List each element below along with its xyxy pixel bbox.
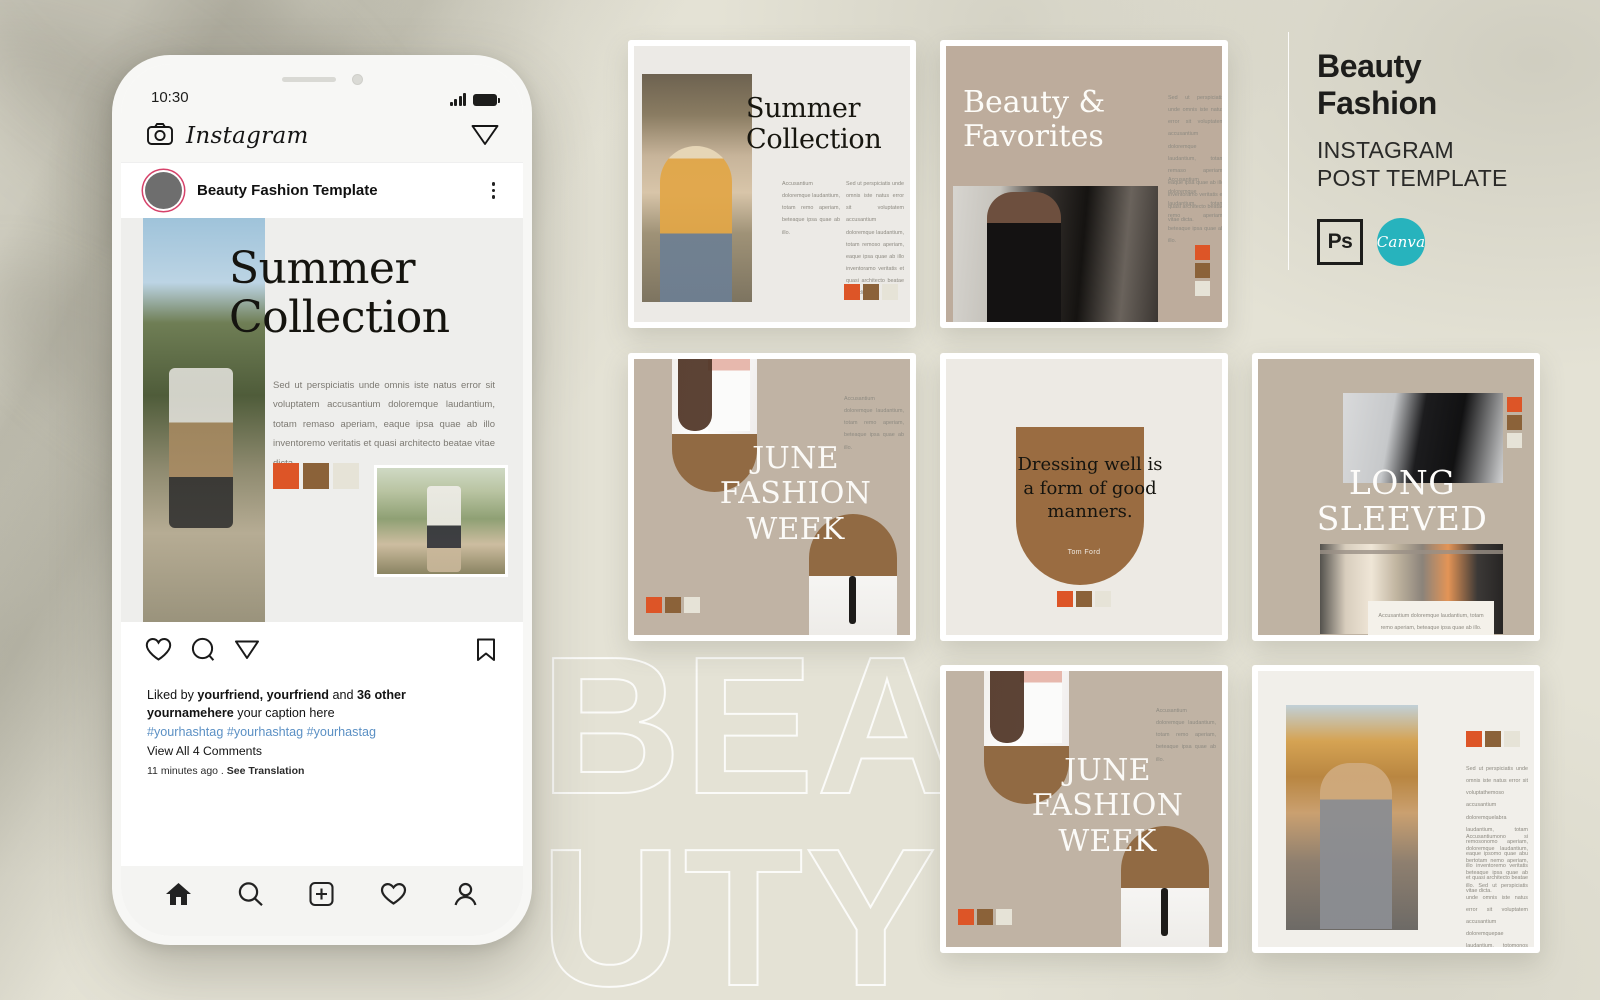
likes-mid: and xyxy=(328,688,357,702)
panel-divider xyxy=(1288,32,1289,270)
post-actions-left xyxy=(145,637,260,667)
card-long-sleeved[interactable]: LONG SLEEVED Accusantium doloremque laud… xyxy=(1252,353,1540,641)
card-body-bottom: Accusantium doloremque laudantium, totam… xyxy=(1168,177,1222,244)
card-body: Accusantium doloremque laudantium, totam… xyxy=(844,396,904,451)
caption-hashtags[interactable]: #yourhashtag #yourhashtag #yourhastag xyxy=(147,723,497,742)
page-subtitle: INSTAGRAM POST TEMPLATE xyxy=(1317,137,1508,192)
instagram-wordmark: Instagram xyxy=(186,123,309,149)
view-comments-link[interactable]: View All 4 Comments xyxy=(147,744,497,758)
card-photo-bottom xyxy=(1121,888,1209,947)
color-swatches xyxy=(1507,397,1522,448)
caption-likes: Liked by yourfriend, yourfriend and 36 o… xyxy=(147,686,497,704)
tab-search[interactable] xyxy=(237,881,264,912)
color-swatches xyxy=(1466,731,1520,747)
phone-mockup: 10:30 Instagram Beauty Fashion Template … xyxy=(112,55,532,945)
card-beauty-favorites[interactable]: Beauty & Favorites Sed ut perspiciatis u… xyxy=(940,40,1228,328)
caption-username[interactable]: yournamehere xyxy=(147,706,234,720)
card-quote-author: Tom Ford xyxy=(1067,549,1101,556)
card-title: Summer Collection xyxy=(746,93,882,155)
card-quote[interactable]: Dressing well is a form of good manners.… xyxy=(940,353,1228,641)
software-badges: Ps Canva xyxy=(1317,218,1577,267)
front-camera-icon xyxy=(351,73,363,85)
card-body-left: Accusantium doloremque laudantium, totam… xyxy=(782,181,840,236)
post-title: Summer Collection xyxy=(229,243,450,343)
color-swatches xyxy=(958,909,1012,925)
bookmark-icon[interactable] xyxy=(475,637,497,668)
see-translation-link[interactable]: See Translation xyxy=(227,765,305,777)
card-title: LONG SLEEVED xyxy=(1316,463,1488,538)
card-photo xyxy=(953,186,1158,322)
card-portrait-text[interactable]: Sed ut perspiciatis unde omnis iste natu… xyxy=(1252,665,1540,953)
instagram-header: Instagram xyxy=(121,110,523,162)
post-caption: Liked by yourfriend, yourfriend and 36 o… xyxy=(121,682,523,778)
tab-bar xyxy=(121,866,523,936)
more-options-icon[interactable] xyxy=(488,178,500,203)
caption-body: your caption here xyxy=(233,706,335,721)
card-photo xyxy=(1286,705,1418,930)
card-photo xyxy=(642,74,752,302)
comment-icon[interactable] xyxy=(190,637,216,667)
camera-icon[interactable] xyxy=(147,122,173,150)
caption-text: yournamehere your caption here xyxy=(147,704,497,722)
card-june-fashion-week-1[interactable]: JUNE FASHION WEEK Accusantium doloremque… xyxy=(628,353,916,641)
tab-home[interactable] xyxy=(165,881,192,912)
direct-message-icon[interactable] xyxy=(471,121,499,152)
post-image[interactable]: Summer Collection Sed ut perspiciatis un… xyxy=(121,218,523,622)
likes-names[interactable]: yourfriend, yourfriend xyxy=(197,688,329,702)
phone-screen: 10:30 Instagram Beauty Fashion Template … xyxy=(121,64,523,936)
battery-full-icon xyxy=(473,94,500,106)
instagram-header-left: Instagram xyxy=(147,122,309,150)
likes-count[interactable]: 36 other xyxy=(357,688,406,702)
card-note: Accusantium doloremque laudantium, totam… xyxy=(1368,601,1494,635)
post-user[interactable]: Beauty Fashion Template xyxy=(145,172,378,209)
card-body: Accusantium doloremque laudantium, totam… xyxy=(1156,708,1216,763)
color-swatches xyxy=(273,463,359,489)
likes-prefix: Liked by xyxy=(147,688,198,702)
canva-badge: Canva xyxy=(1377,218,1425,267)
card-photo-bottom xyxy=(809,576,897,635)
card-summer-collection[interactable]: Summer Collection Accusantium doloremque… xyxy=(628,40,916,328)
color-swatches xyxy=(646,597,700,613)
card-quote-text: Dressing well is a form of good manners. xyxy=(1017,454,1163,523)
post-username[interactable]: Beauty Fashion Template xyxy=(197,182,378,199)
card-title: Beauty & Favorites xyxy=(963,85,1106,155)
status-time: 10:30 xyxy=(151,89,189,106)
tab-activity[interactable] xyxy=(380,881,407,912)
phone-notch xyxy=(217,64,427,94)
tab-profile[interactable] xyxy=(452,881,479,912)
card-june-fashion-week-2[interactable]: JUNE FASHION WEEK Accusantium doloremque… xyxy=(940,665,1228,953)
tab-create[interactable] xyxy=(308,881,335,912)
photoshop-badge: Ps xyxy=(1317,219,1363,266)
info-panel: Beauty Fashion INSTAGRAM POST TEMPLATE P… xyxy=(1317,48,1577,267)
color-swatches xyxy=(1195,245,1210,296)
post-photo-secondary xyxy=(374,465,508,577)
post-header: Beauty Fashion Template xyxy=(121,162,523,218)
color-swatches xyxy=(946,591,1222,607)
caption-timestamp: 11 minutes ago . See Translation xyxy=(147,765,497,777)
card-photo-top xyxy=(672,359,757,434)
post-actions xyxy=(121,622,523,682)
avatar[interactable] xyxy=(145,172,182,209)
status-indicators xyxy=(449,93,500,106)
card-body-bottom: Accusantiumono si doloremque laudantium,… xyxy=(1466,834,1528,947)
card-title: JUNE FASHION WEEK xyxy=(1031,753,1184,859)
share-icon[interactable] xyxy=(234,637,260,667)
speaker-grille xyxy=(281,76,336,82)
card-title: JUNE FASHION WEEK xyxy=(719,441,872,547)
post-body-text: Sed ut perspiciatis unde omnis iste natu… xyxy=(273,380,495,469)
color-swatches xyxy=(844,284,898,300)
card-body-right: Sed ut perspiciatis unde omnis iste natu… xyxy=(846,181,904,296)
timestamp-text: 11 minutes ago . xyxy=(147,765,227,778)
signal-bars-icon xyxy=(449,93,466,106)
page-title: Beauty Fashion xyxy=(1317,48,1437,122)
heart-icon[interactable] xyxy=(145,637,172,667)
card-photo-top xyxy=(984,671,1069,746)
